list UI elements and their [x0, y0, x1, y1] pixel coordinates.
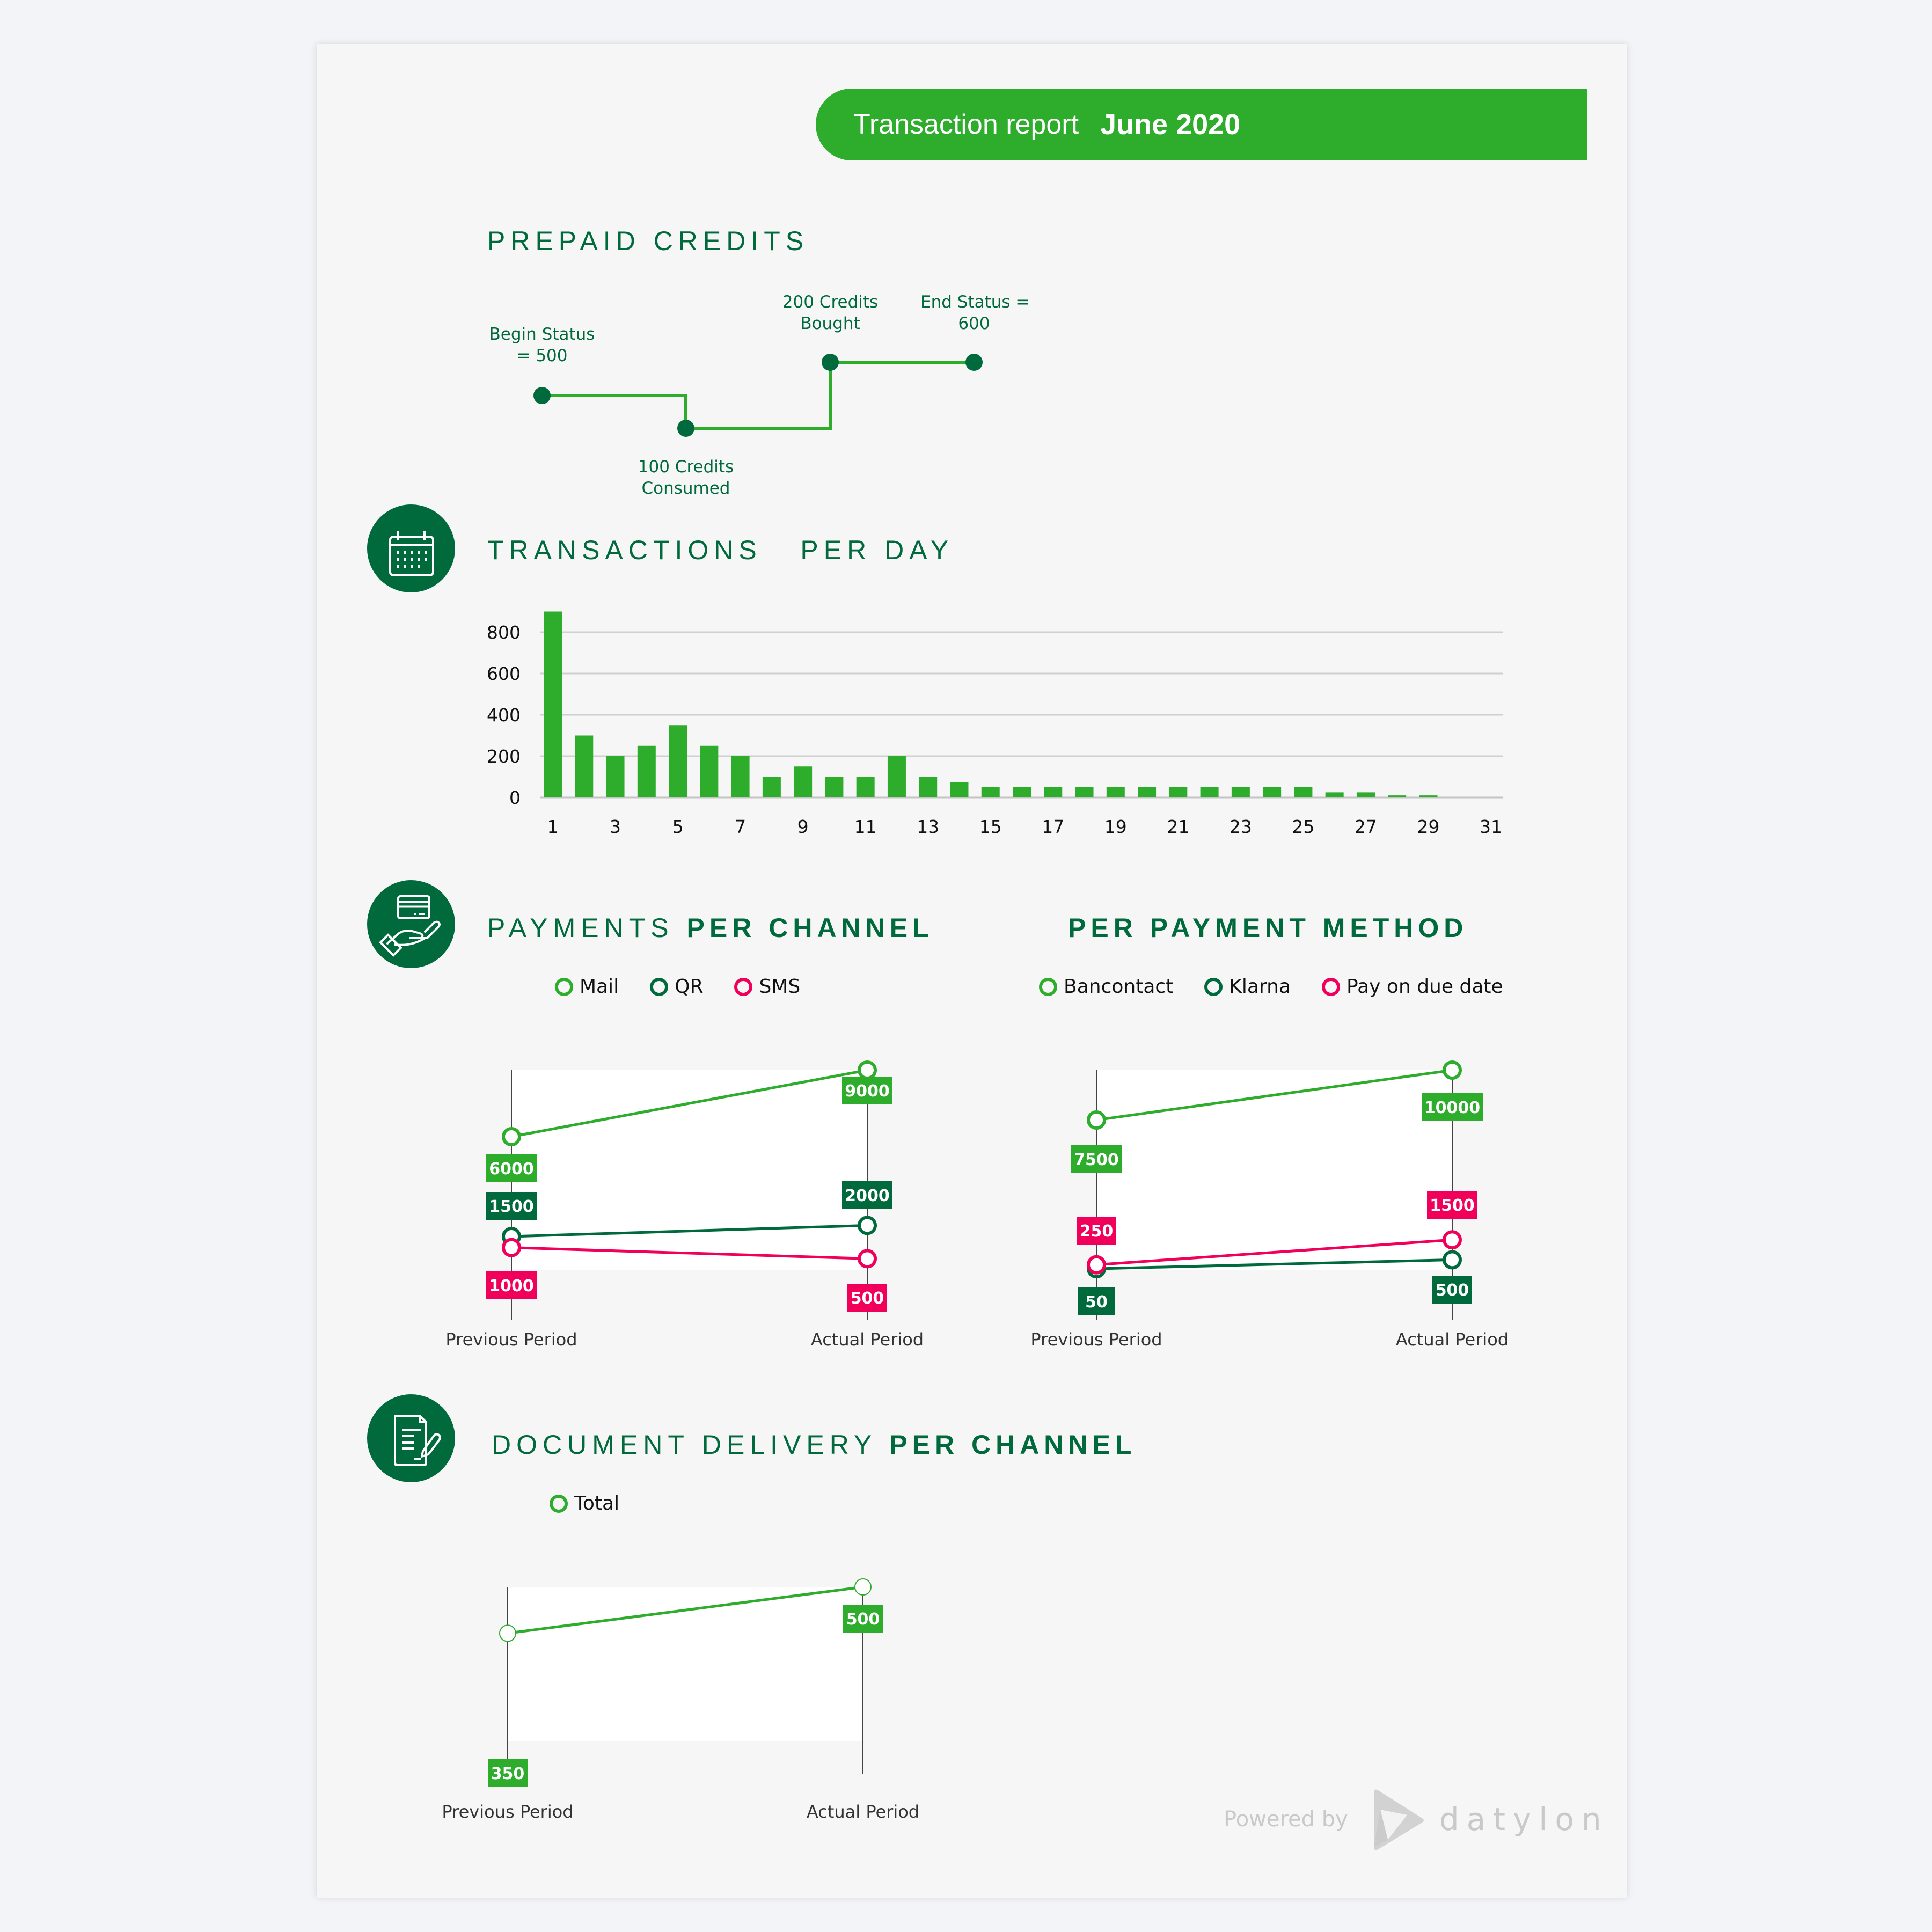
- datylon-logo-icon: [1373, 1789, 1424, 1850]
- category-label-previous: Previous Period: [442, 1802, 573, 1822]
- data-label: 350: [491, 1765, 525, 1783]
- data-label: 500: [846, 1610, 880, 1629]
- document-delivery-chart: Previous Period Actual Period 350 500: [442, 1578, 919, 1822]
- datylon-brand-name: datylon: [1439, 1801, 1609, 1838]
- powered-by-label: Powered by: [1224, 1807, 1348, 1832]
- data-point: [854, 1578, 872, 1596]
- data-point: [499, 1624, 516, 1642]
- category-label-actual: Actual Period: [807, 1802, 919, 1822]
- powered-by-footer: Powered by datylon: [1224, 1787, 1609, 1851]
